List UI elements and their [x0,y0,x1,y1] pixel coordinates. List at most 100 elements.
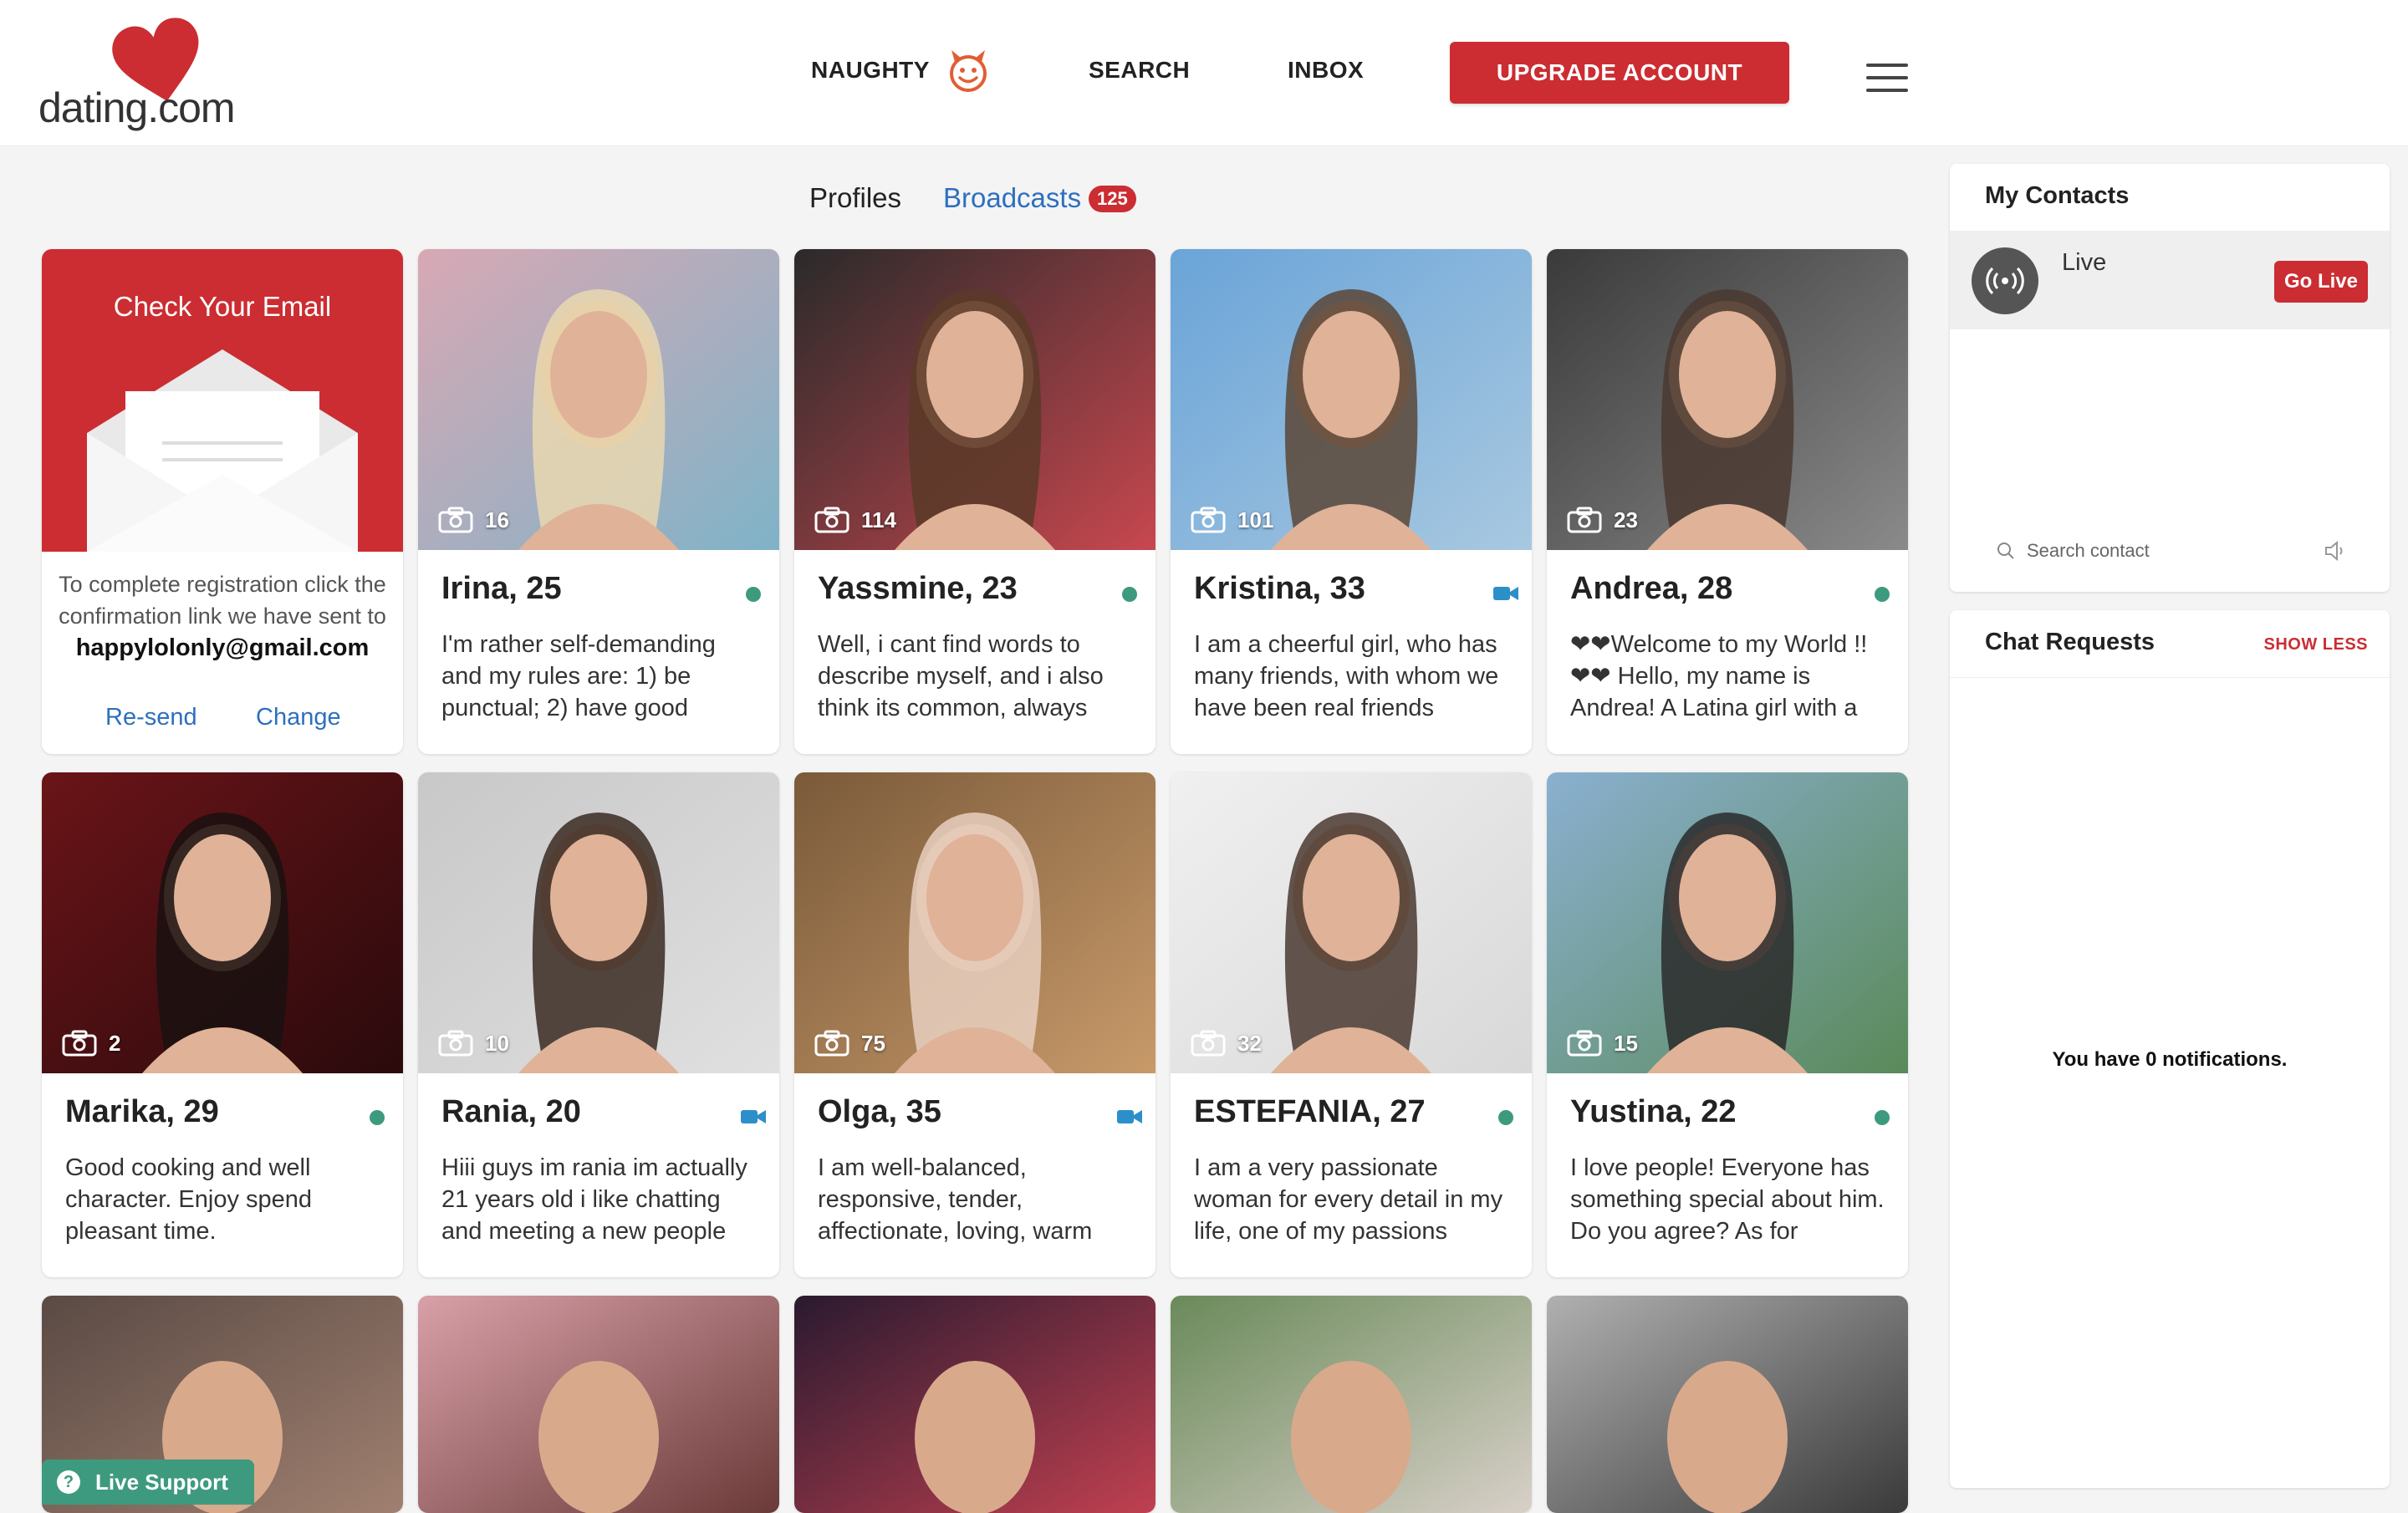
photo-count: 15 [1567,1030,1638,1057]
profile-bio: I'm rather self-demanding and my rules a… [441,631,716,721]
profile-card[interactable]: 23 Andrea, 28 ❤❤Welcome to my World !! ❤❤ … [1547,249,1908,754]
profile-name[interactable]: Rania, 20 [441,1094,581,1130]
profile-bio: I am well-balanced, responsive, tender, … [818,1154,1093,1245]
photo-count: 101 [1191,507,1273,533]
profile-bio: I am a cheerful girl, who has many frien… [1194,631,1499,721]
change-email-link[interactable]: Change [256,704,341,731]
profile-photo[interactable]: 2 [42,772,403,1073]
profile-name[interactable]: Yustina, 22 [1570,1094,1737,1130]
photo-count: 16 [438,507,509,533]
chat-requests-panel: Chat Requests SHOW LESS You have 0 notif… [1950,610,2390,1488]
photo-count: 2 [62,1030,120,1057]
live-contact-row[interactable]: Live Go Live [1950,231,2390,329]
profile-photo[interactable]: 32 [1171,772,1532,1073]
photo-count: 114 [814,507,896,533]
check-email-card: Check Your Email To complete registratio… [42,249,403,754]
profile-photo[interactable]: 23 [1547,249,1908,550]
logo-text: dating.com [38,84,236,131]
tab-profiles[interactable]: Profiles [809,182,901,214]
devil-icon[interactable] [946,47,990,94]
help-icon: ? [57,1470,80,1494]
online-status-dot [746,587,761,602]
profile-card[interactable]: 114 Yassmine, 23 Well, i cant find words t… [794,249,1156,754]
my-contacts-panel: My Contacts Live Go Live Search contact [1950,164,2390,592]
video-call-icon[interactable] [1493,585,1518,602]
nav-inbox[interactable]: INBOX [1288,57,1364,84]
show-less-link[interactable]: SHOW LESS [2263,635,2368,655]
chat-requests-title: Chat Requests [1985,629,2155,655]
nav-search[interactable]: SEARCH [1089,57,1190,84]
profile-card[interactable] [1547,1296,1908,1513]
profile-name[interactable]: ESTEFANIA, 27 [1194,1094,1426,1130]
profile-bio: Well, i cant find words to describe myse… [818,631,1104,721]
photo-count-value: 2 [109,1030,121,1056]
menu-icon[interactable] [1866,64,1908,92]
profile-photo[interactable]: 114 [794,249,1156,550]
profile-photo[interactable] [794,1296,1156,1513]
online-status-dot [1498,1110,1513,1125]
top-header: dating.com NAUGHTY SEARCH INBOX UPGRADE … [0,0,2408,146]
profile-photo[interactable]: 75 [794,772,1156,1073]
dating-logo[interactable]: dating.com [38,12,289,137]
camera-icon [814,507,849,533]
profile-photo[interactable] [1171,1296,1532,1513]
nav-naughty[interactable]: NAUGHTY [811,57,930,84]
profile-card[interactable]: 15 Yustina, 22 I love people! Everyone has… [1547,772,1908,1277]
profile-bio: Good cooking and well character. Enjoy s… [65,1154,313,1245]
go-live-button[interactable]: Go Live [2274,261,2368,303]
profile-card[interactable]: 16 Irina, 25 I'm rather self-demanding and… [418,249,779,754]
profile-name[interactable]: Marika, 29 [65,1094,219,1130]
live-label: Live [2062,249,2107,276]
profile-bio: Hiii guys im rania im actually 21 years … [441,1154,747,1245]
broadcasts-count-badge: 125 [1089,186,1136,212]
online-status-dot [370,1110,385,1125]
video-call-icon[interactable] [1117,1108,1142,1125]
profile-photo[interactable]: 16 [418,249,779,550]
live-support-label: Live Support [95,1469,228,1495]
profile-bio: I am a very passionate woman for every d… [1194,1154,1503,1245]
camera-icon [1567,1030,1602,1057]
profile-card[interactable]: 101 Kristina, 33 I am a cheerful girl, who… [1171,249,1532,754]
online-status-dot [1875,1110,1890,1125]
profile-photo[interactable]: 101 [1171,249,1532,550]
photo-count-value: 32 [1237,1030,1262,1056]
camera-icon [814,1030,849,1057]
upgrade-account-button[interactable]: UPGRADE ACCOUNT [1450,42,1789,104]
video-call-icon[interactable] [741,1108,766,1125]
profile-card[interactable]: 75 Olga, 35 I am well-balanced, responsive… [794,772,1156,1277]
envelope-icon [87,349,358,552]
search-contact-input[interactable]: Search contact [1997,540,2150,562]
photo-count: 75 [814,1030,885,1057]
resend-link[interactable]: Re-send [105,704,197,731]
profile-card[interactable]: 10 Rania, 20 Hiii guys im rania im actuall… [418,772,779,1277]
photo-count-value: 15 [1614,1030,1638,1056]
profile-bio: I love people! Everyone has something sp… [1570,1154,1885,1245]
profile-card[interactable]: 32 ESTEFANIA, 27 I am a very passionate wo… [1171,772,1532,1277]
profile-card[interactable]: 2 Marika, 29 Good cooking and well charact… [42,772,403,1277]
profile-photo[interactable]: 10 [418,772,779,1073]
profile-card[interactable] [1171,1296,1532,1513]
profile-photo[interactable]: 15 [1547,772,1908,1073]
sound-icon[interactable] [2323,540,2348,562]
profile-name[interactable]: Olga, 35 [818,1094,941,1130]
photo-count-value: 16 [485,507,509,532]
online-status-dot [1875,587,1890,602]
profile-photo[interactable] [1547,1296,1908,1513]
email-address: happylolonly@gmail.com [75,634,370,661]
camera-icon [62,1030,97,1057]
profile-name[interactable]: Irina, 25 [441,571,562,607]
live-support-button[interactable]: ? Live Support [42,1460,254,1505]
profile-name[interactable]: Kristina, 33 [1194,571,1365,607]
email-instructions-text: To complete registration click the confi… [59,572,386,629]
profile-card[interactable] [794,1296,1156,1513]
photo-count-value: 10 [485,1030,509,1056]
camera-icon [1191,507,1226,533]
photo-count: 10 [438,1030,509,1057]
tab-broadcasts[interactable]: Broadcasts [943,182,1081,214]
profile-name[interactable]: Andrea, 28 [1570,571,1732,607]
profile-name[interactable]: Yassmine, 23 [818,571,1018,607]
profile-card[interactable] [418,1296,779,1513]
photo-count: 32 [1191,1030,1262,1057]
live-broadcast-icon [1972,247,2038,314]
profile-photo[interactable] [418,1296,779,1513]
